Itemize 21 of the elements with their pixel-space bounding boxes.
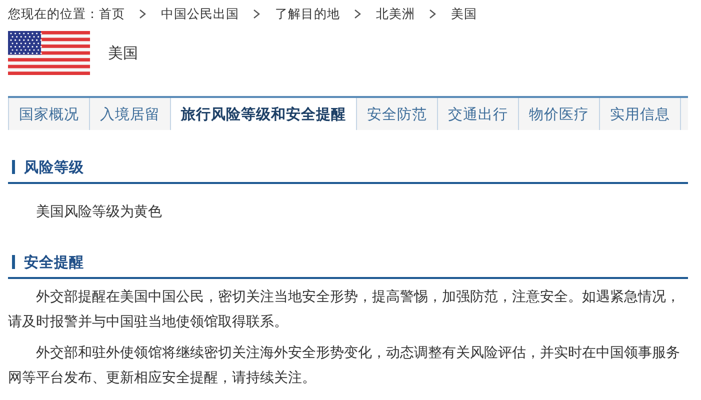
paragraph: 美国风险等级为黄色 [35,203,163,222]
flag-icon [8,31,90,75]
tab[interactable]: 旅行风险等级和安全提醒 [171,98,357,130]
heading-marker [12,160,15,174]
heading-marker [12,255,15,269]
section-title: 安全提醒 [24,253,84,272]
breadcrumb-link[interactable]: 了解目的地 [275,6,340,22]
breadcrumb-link[interactable]: 北美洲 [376,6,415,22]
chevron-icon [253,9,261,19]
chevron-icon [139,9,147,19]
chevron-icon [354,9,362,19]
tab[interactable]: 国家概况 [8,98,90,130]
country-name: 美国 [108,44,138,62]
chevron-icon [429,9,437,19]
paragraph: 外交部提醒在美国中国公民，密切关注当地安全形势，提高警惕，加强防范，注意安全。如遇紧急情况，请及时报警并与中国驻当地使领馆取得联系。 [8,288,681,332]
breadcrumb-link[interactable]: 美国 [451,6,477,22]
breadcrumb-link[interactable]: 首页 [99,6,125,22]
breadcrumb-label: 您现在的位置： [8,6,99,22]
section-title: 风险等级 [24,158,84,176]
breadcrumb-link[interactable]: 中国公民出国 [161,6,239,22]
paragraph: 外交部和驻外使领馆将继续密切关注海外安全形势变化，动态调整有关风险评估，并实时在中国领事服务网等平台发布、更新相应安全提醒，请持续关注。 [8,344,681,388]
